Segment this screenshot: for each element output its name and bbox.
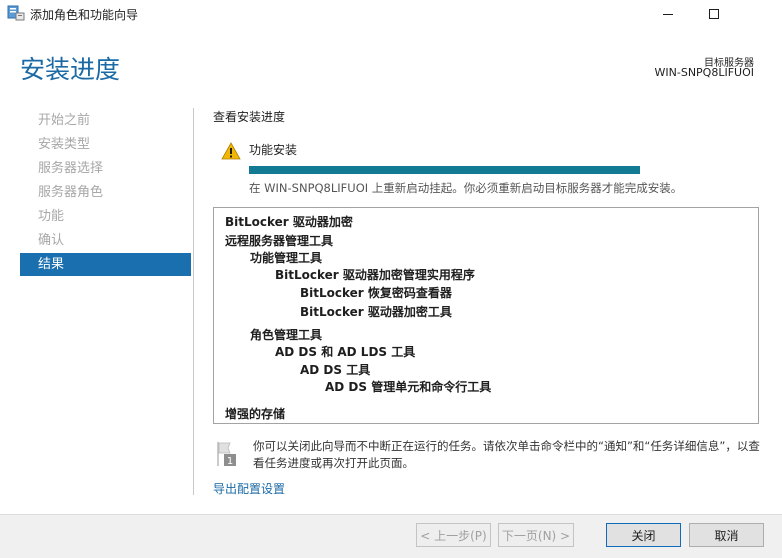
- progress-fill: [249, 166, 640, 174]
- nav-item-server-selection: 服务器选择: [38, 161, 104, 176]
- nav-item-confirmation: 确认: [38, 233, 65, 248]
- list-item: 角色管理工具: [250, 328, 323, 342]
- info-text: 你可以关闭此向导而不中断正在运行的任务。请依次单击命令栏中的“通知”和“任务详细…: [253, 439, 760, 470]
- nav-item-server-roles: 服务器角色: [38, 185, 104, 200]
- status-label: 功能安装: [249, 143, 298, 157]
- flag-icon: 1: [214, 440, 240, 467]
- minimize-button[interactable]: [645, 0, 691, 28]
- title-bar: 添加角色和功能向导: [0, 0, 782, 28]
- page-title: 安装进度: [20, 55, 121, 84]
- status-message: 在 WIN-SNPQ8LIFUOI 上重新启动挂起。你必须重新启动目标服务器才能…: [249, 181, 683, 195]
- progress-bar: [249, 166, 640, 174]
- close-button[interactable]: 关闭: [606, 523, 681, 547]
- list-item: AD DS 工具: [300, 363, 371, 377]
- window-title: 添加角色和功能向导: [30, 8, 139, 22]
- list-item: AD DS 管理单元和命令行工具: [325, 380, 492, 394]
- minimize-icon: [662, 5, 674, 24]
- previous-button[interactable]: < 上一步(P): [416, 523, 491, 547]
- maximize-icon: [708, 5, 720, 24]
- list-item: 功能管理工具: [250, 251, 323, 265]
- maximize-button[interactable]: [691, 0, 737, 28]
- list-item: 增强的存储: [225, 407, 286, 421]
- cancel-button[interactable]: 取消: [689, 523, 764, 547]
- results-list[interactable]: BitLocker 驱动器加密 远程服务器管理工具 功能管理工具 BitLock…: [213, 207, 759, 424]
- nav-item-before-you-begin: 开始之前: [38, 113, 91, 128]
- list-item: BitLocker 驱动器加密管理实用程序: [275, 268, 475, 282]
- export-configuration-link[interactable]: 导出配置设置: [213, 480, 285, 497]
- nav-item-features: 功能: [38, 209, 65, 224]
- list-item: BitLocker 驱动器加密工具: [300, 305, 452, 319]
- nav-item-results[interactable]: 结果: [20, 253, 191, 276]
- server-manager-icon: [7, 5, 25, 21]
- next-button[interactable]: 下一页(N) >: [498, 523, 574, 547]
- warning-icon: [221, 142, 241, 160]
- nav-item-installation-type: 安装类型: [38, 137, 91, 152]
- nav-divider: [193, 108, 194, 495]
- list-item: AD DS 和 AD LDS 工具: [275, 345, 416, 359]
- svg-text:1: 1: [227, 456, 233, 467]
- target-server-name: WIN-SNPQ8LIFUOI: [654, 66, 754, 79]
- section-heading: 查看安装进度: [213, 110, 286, 124]
- list-item: BitLocker 驱动器加密: [225, 215, 353, 229]
- list-item: BitLocker 恢复密码查看器: [300, 286, 452, 300]
- list-item: 远程服务器管理工具: [225, 234, 334, 248]
